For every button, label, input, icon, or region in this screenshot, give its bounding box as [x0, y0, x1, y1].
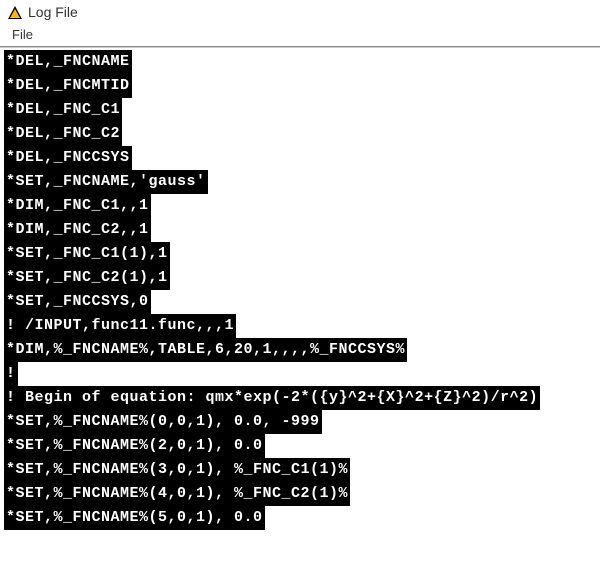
log-line: *DEL,_FNCNAME	[4, 50, 132, 74]
log-line: *DIM,%_FNCNAME%,TABLE,6,20,1,,,,%_FNCCSY…	[4, 338, 407, 362]
log-line: *SET,%_FNCNAME%(5,0,1), 0.0	[4, 506, 265, 530]
window-title: Log File	[28, 4, 78, 20]
log-line: *DEL,_FNCMTID	[4, 74, 132, 98]
log-line: *SET,%_FNCNAME%(3,0,1), %_FNC_C1(1)%	[4, 458, 350, 482]
log-line: *DIM,_FNC_C2,,1	[4, 218, 151, 242]
log-line: *SET,_FNCNAME,'gauss'	[4, 170, 208, 194]
log-line: *SET,_FNC_C2(1),1	[4, 266, 170, 290]
log-line: *SET,_FNCCSYS,0	[4, 290, 151, 314]
log-line: *DEL,_FNC_C1	[4, 98, 122, 122]
log-line: *DIM,_FNC_C1,,1	[4, 194, 151, 218]
log-line: *SET,%_FNCNAME%(2,0,1), 0.0	[4, 434, 265, 458]
log-line: !	[4, 362, 18, 386]
log-line: ! /INPUT,func11.func,,,1	[4, 314, 236, 338]
menubar: File	[0, 25, 600, 47]
titlebar: Log File	[0, 0, 600, 25]
log-line: *DEL,_FNCCSYS	[4, 146, 132, 170]
log-content: *DEL,_FNCNAME *DEL,_FNCMTID *DEL,_FNC_C1…	[0, 47, 600, 532]
log-line: *SET,_FNC_C1(1),1	[4, 242, 170, 266]
log-line: *SET,%_FNCNAME%(4,0,1), %_FNC_C2(1)%	[4, 482, 350, 506]
log-line: *DEL,_FNC_C2	[4, 122, 122, 146]
menu-file[interactable]: File	[8, 25, 37, 44]
log-line: ! Begin of equation: qmx*exp(-2*({y}^2+{…	[4, 386, 540, 410]
app-icon	[8, 6, 22, 19]
log-line: *SET,%_FNCNAME%(0,0,1), 0.0, -999	[4, 410, 322, 434]
